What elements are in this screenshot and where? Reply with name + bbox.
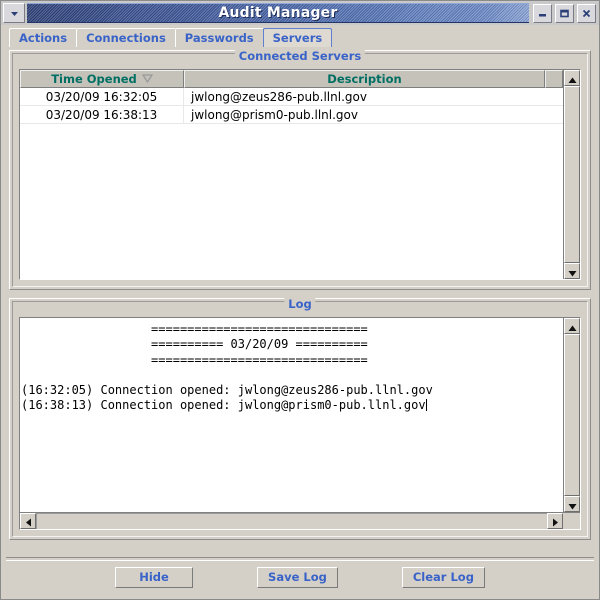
save-log-button[interactable]: Save Log (257, 566, 338, 588)
scroll-thumb[interactable] (564, 86, 580, 263)
log-scroll-right-button[interactable] (547, 513, 563, 529)
log-scroll-left-button[interactable] (20, 513, 36, 529)
column-header-time-opened-label: Time Opened (51, 72, 137, 86)
triangle-down-icon (568, 262, 577, 280)
log-text-area[interactable]: ============================== =========… (20, 318, 563, 512)
triangle-down-icon (141, 72, 153, 86)
triangle-down-icon (568, 495, 577, 514)
tab-servers-label: Servers (272, 31, 323, 45)
table-empty-area (20, 124, 563, 279)
table-main: Time Opened Description 03/20/09 16:32:0… (20, 70, 563, 279)
cell-time-opened: 03/20/09 16:38:13 (20, 106, 184, 123)
table-header: Time Opened Description (20, 70, 563, 88)
cell-description: jwlong@zeus286-pub.llnl.gov (191, 89, 367, 104)
button-bar: Hide Save Log Clear Log (1, 557, 599, 599)
log-scroll-down-button[interactable] (564, 496, 580, 512)
clear-log-button[interactable]: Clear Log (401, 566, 485, 588)
close-button[interactable] (577, 3, 596, 23)
cell-description: jwlong@prism0-pub.llnl.gov (191, 107, 358, 122)
tab-actions-label: Actions (19, 31, 68, 45)
maximize-icon (558, 7, 571, 20)
tab-connections[interactable]: Connections (76, 28, 176, 47)
maximize-button[interactable] (555, 3, 574, 23)
chevron-down-icon (9, 8, 20, 19)
column-header-time-opened[interactable]: Time Opened (20, 70, 184, 88)
scroll-track[interactable] (564, 86, 580, 263)
tab-servers[interactable]: Servers (262, 28, 333, 47)
window-title: Audit Manager (218, 5, 338, 21)
tab-connections-label: Connections (86, 31, 166, 45)
log-scroll-track[interactable] (564, 334, 580, 496)
window-menu-button[interactable] (3, 3, 25, 23)
scroll-up-button[interactable] (564, 70, 580, 86)
title-bar-gradient: Audit Manager (27, 3, 529, 23)
triangle-left-icon (25, 512, 32, 530)
hide-button[interactable]: Hide (115, 566, 194, 588)
triangle-up-icon (568, 70, 577, 88)
table-row[interactable]: 03/20/09 16:32:05 jwlong@zeus286-pub.lln… (20, 88, 563, 106)
column-header-description[interactable]: Description (184, 70, 545, 88)
tab-bar: Actions Connections Passwords Servers (1, 25, 599, 47)
log-title: Log (284, 298, 316, 311)
log-horizontal-scrollbar[interactable] (20, 512, 580, 529)
log-scroll-up-button[interactable] (564, 318, 580, 334)
clear-log-button-label: Clear Log (412, 570, 474, 584)
log-body-row: ============================== =========… (20, 318, 580, 512)
log-scroll-thumb[interactable] (564, 334, 580, 496)
minimize-icon (536, 7, 549, 20)
triangle-up-icon (568, 318, 577, 336)
tab-actions[interactable]: Actions (9, 28, 78, 47)
minimize-button[interactable] (533, 3, 552, 23)
tab-passwords-label: Passwords (184, 31, 254, 45)
column-header-spacer (545, 70, 563, 88)
triangle-right-icon (552, 512, 559, 530)
connected-servers-table: Time Opened Description 03/20/09 16:32:0… (19, 69, 581, 280)
cell-time-opened: 03/20/09 16:32:05 (20, 88, 184, 105)
text-caret (425, 399, 427, 412)
log-vertical-scrollbar[interactable] (563, 318, 580, 512)
tab-passwords[interactable]: Passwords (174, 28, 264, 47)
connected-servers-panel: Connected Servers Time Opened Descriptio… (9, 50, 591, 290)
close-icon (580, 7, 593, 20)
audit-manager-window: Audit Manager Actions Connections Passwo… (0, 0, 600, 600)
save-log-button-label: Save Log (268, 570, 327, 584)
log-view: ============================== =========… (19, 317, 581, 530)
column-header-description-label: Description (327, 72, 402, 86)
log-hscroll-track[interactable] (36, 513, 547, 529)
hide-button-label: Hide (139, 570, 169, 584)
connected-servers-title: Connected Servers (234, 50, 366, 63)
table-body-row: Time Opened Description 03/20/09 16:32:0… (20, 70, 580, 279)
servers-vertical-scrollbar[interactable] (563, 70, 580, 279)
button-row: Hide Save Log Clear Log (1, 566, 599, 590)
button-bar-divider (6, 557, 594, 561)
window-controls (533, 3, 597, 23)
log-panel: Log ============================== =====… (9, 298, 591, 540)
scrollbar-corner (563, 513, 580, 529)
title-bar: Audit Manager (1, 1, 599, 25)
table-row[interactable]: 03/20/09 16:38:13 jwlong@prism0-pub.llnl… (20, 106, 563, 124)
scroll-down-button[interactable] (564, 263, 580, 279)
